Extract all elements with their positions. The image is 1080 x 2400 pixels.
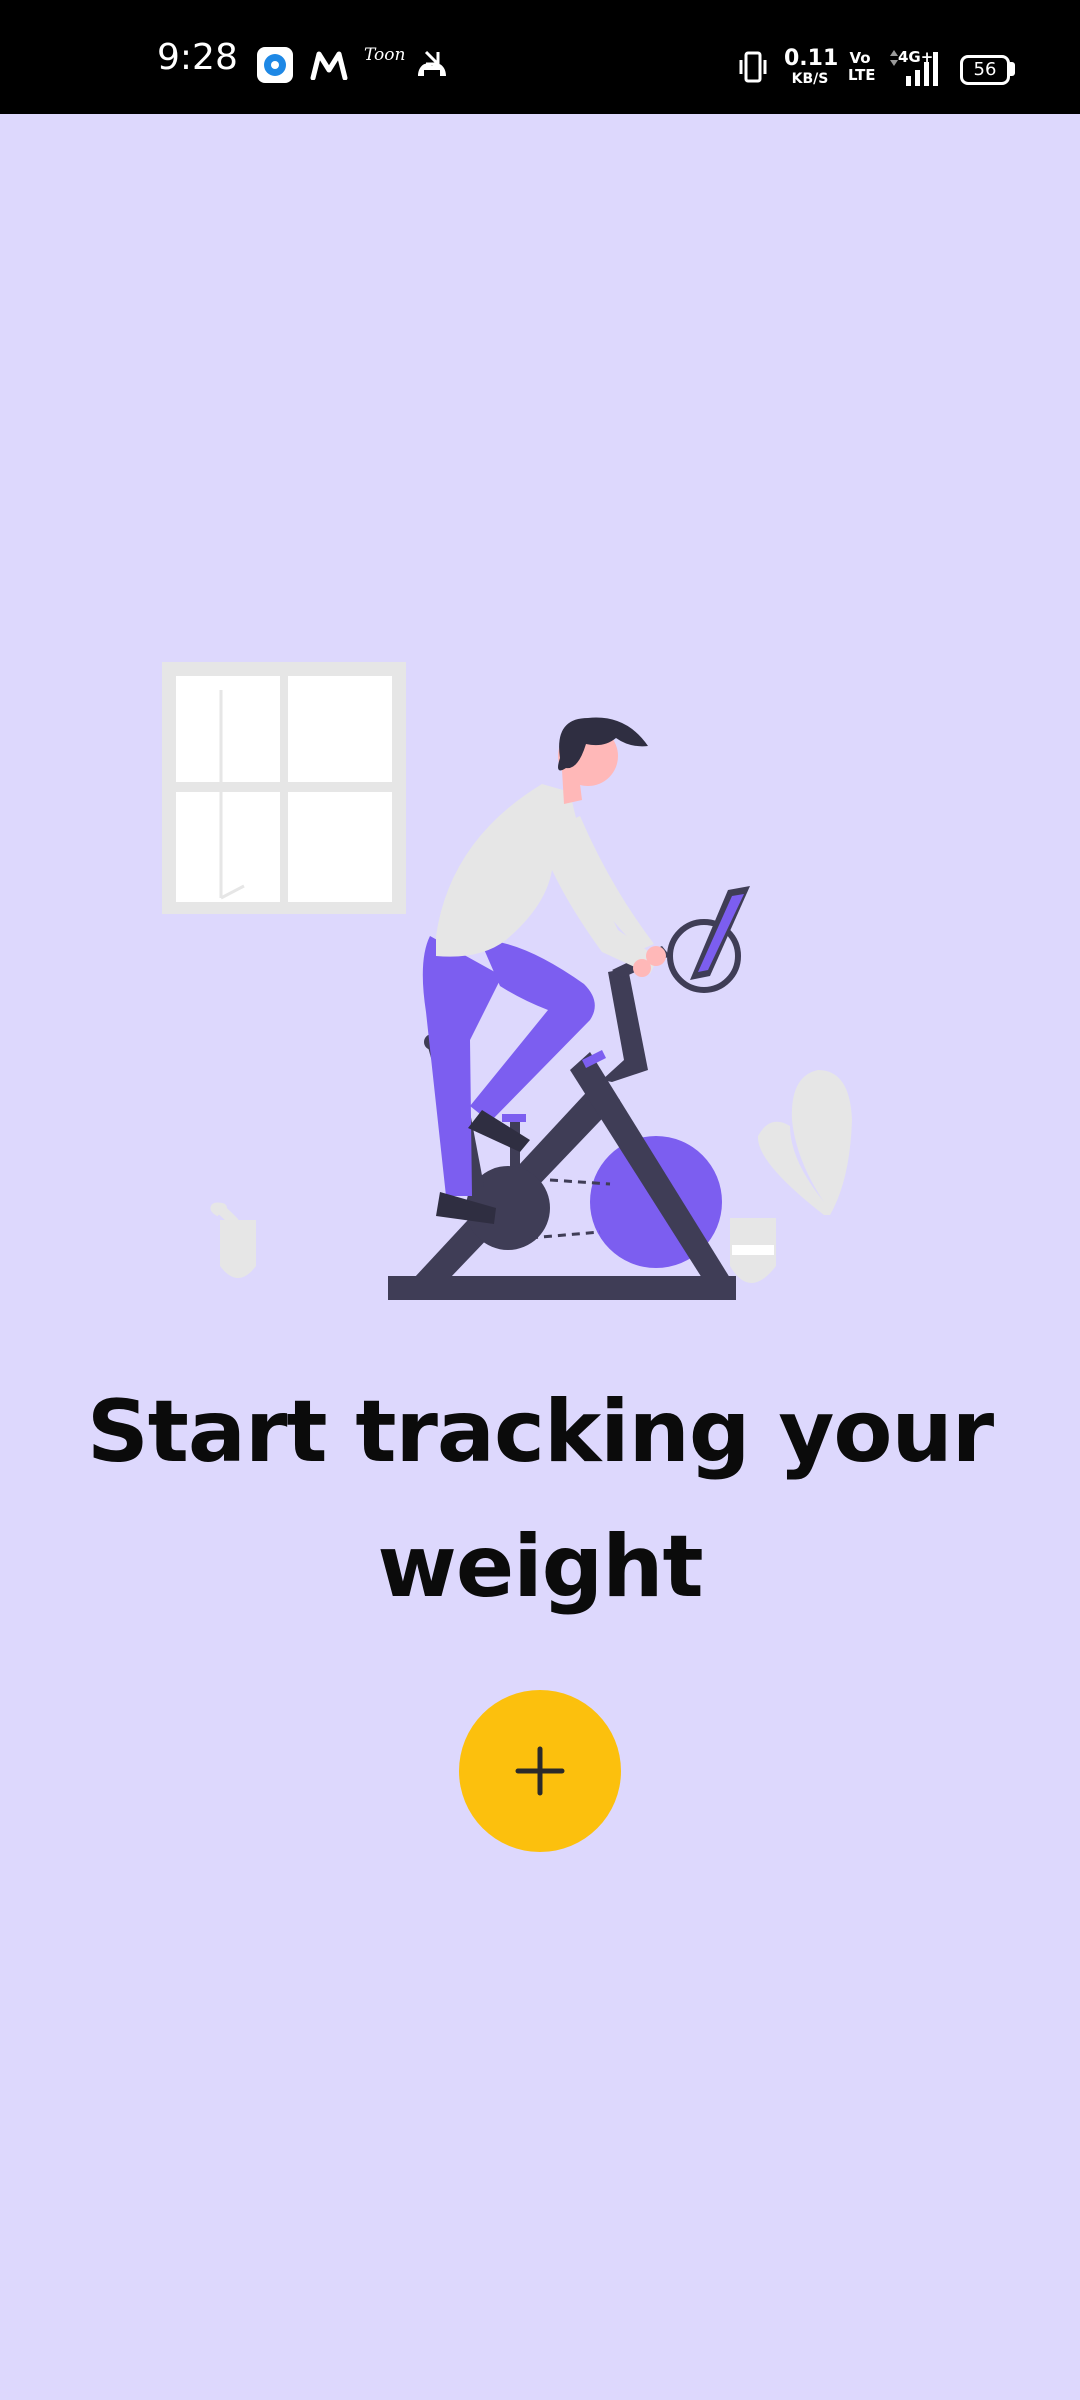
battery-nub xyxy=(1010,62,1015,76)
status-time: 9:28 xyxy=(157,37,238,78)
bike-base xyxy=(388,1276,736,1300)
person-on-exercise-bike-illustration xyxy=(150,640,930,1320)
small-plant-illustration xyxy=(210,1202,256,1278)
plus-icon xyxy=(515,1746,565,1796)
volte-line2: LTE xyxy=(848,66,876,84)
large-plant-illustration xyxy=(730,1070,852,1283)
svg-text:Toon Me: Toon Me xyxy=(364,45,406,65)
page-title-line1: Start tracking your xyxy=(86,1382,994,1482)
signal-icon: 4G+ xyxy=(886,46,944,92)
network-speed-unit: KB/S xyxy=(791,71,829,87)
add-weight-button[interactable] xyxy=(459,1690,621,1852)
missed-call-icon xyxy=(412,46,452,90)
volte-indicator: Vo LTE xyxy=(848,49,876,84)
network-speed-value: 0.11 xyxy=(784,46,839,71)
volte-line1: Vo xyxy=(849,49,871,67)
page-title: Start tracking your weight xyxy=(40,1365,1040,1635)
vibrate-icon xyxy=(736,50,770,88)
toonme-icon: Toon Me xyxy=(360,42,438,92)
page-title-line2: weight xyxy=(377,1517,703,1617)
window-illustration xyxy=(162,662,406,914)
myntra-icon xyxy=(310,50,348,84)
battery-icon: 56 xyxy=(960,55,1010,85)
status-bar: 9:28 Toon Me xyxy=(0,0,1080,114)
pin-app-icon xyxy=(256,46,294,88)
network-speed: 0.11 KB/S xyxy=(784,46,839,87)
